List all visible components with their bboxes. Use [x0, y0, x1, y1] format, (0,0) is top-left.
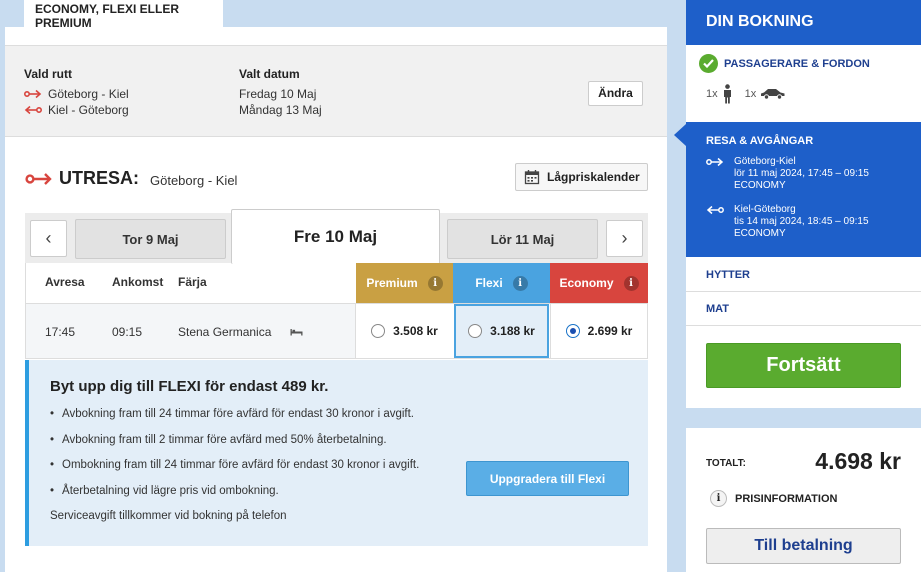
utresa-route: Göteborg - Kiel: [150, 173, 238, 188]
cell-ankomst: 09:15: [112, 325, 143, 339]
active-step-pointer: [674, 124, 686, 146]
total-value: 4.698 kr: [815, 448, 901, 474]
date-tab-next[interactable]: Lör 11 Maj: [447, 219, 598, 259]
arrow-left-icon: [24, 105, 42, 115]
leg-outbound-route: Göteborg-Kiel: [734, 156, 796, 167]
car-icon: [761, 89, 785, 100]
fare-header-flexi-label: Flexi: [475, 276, 503, 290]
upgrade-box: Byt upp dig till FLEXI för endast 489 kr…: [25, 360, 648, 546]
arrow-right-icon: [24, 89, 42, 99]
low-price-calendar-label: Lågpriskalender: [547, 170, 640, 184]
prev-date-button[interactable]: ‹: [30, 220, 67, 257]
upgrade-note: Serviceavgift tillkommer vid bokning på …: [50, 510, 287, 522]
passenger-summary: 1x 1x: [706, 84, 786, 104]
arrow-right-icon: [706, 157, 724, 167]
change-button[interactable]: Ändra: [588, 81, 643, 106]
leg-return: Kiel-Göteborg tis 14 maj 2024, 18:45 – 0…: [706, 204, 869, 240]
radio-premium[interactable]: [371, 324, 386, 338]
pay-button[interactable]: Till betalning: [706, 528, 901, 564]
col-header-avresa: Avresa: [45, 275, 85, 289]
arrow-left-icon: [706, 205, 724, 215]
leg-outbound-time: lör 11 maj 2024, 17:45 – 09:15: [734, 168, 869, 179]
person-icon: [723, 84, 731, 104]
leg-return-class: ECONOMY: [734, 228, 786, 239]
radio-economy[interactable]: [565, 324, 580, 338]
date-strip: ‹ Tor 9 Maj Fre 10 Maj Lör 11 Maj ›: [25, 209, 648, 264]
date-tab-active[interactable]: Fre 10 Maj: [231, 209, 440, 264]
radio-flexi[interactable]: [468, 324, 483, 338]
list-item: Avbokning fram till 24 timmar före avfär…: [50, 408, 419, 434]
fare-option-economy[interactable]: 2.699 kr: [550, 304, 647, 358]
list-item: Återbetalning vid lägre pris vid ombokni…: [50, 485, 419, 511]
low-price-calendar-button[interactable]: Lågpriskalender: [515, 163, 648, 191]
leg-return-time: tis 14 maj 2024, 18:45 – 09:15: [734, 216, 869, 227]
passengers-step[interactable]: PASSAGERARE & FORDON: [699, 54, 870, 73]
fare-type-tab: ECONOMY, FLEXI ELLER PREMIUM: [24, 0, 223, 30]
upgrade-benefits-list: Avbokning fram till 24 timmar före avfär…: [50, 408, 419, 510]
resa-title: RESA & AVGÅNGAR: [706, 135, 814, 147]
price-info-label: PRISINFORMATION: [735, 492, 838, 505]
leg-outbound: Göteborg-Kiel lör 11 maj 2024, 17:45 – 0…: [706, 156, 869, 192]
checkmark-icon: [699, 54, 718, 73]
price-info-link[interactable]: i PRISINFORMATION: [710, 490, 837, 507]
selected-route-box: Vald rutt Göteborg - Kiel Kiel - Götebor…: [5, 45, 667, 137]
total-panel: TOTALT: 4.698 kr i PRISINFORMATION Till …: [686, 428, 921, 572]
passenger-count: 1x: [706, 88, 718, 100]
price-economy: 2.699 kr: [587, 324, 633, 338]
arrow-right-icon: [25, 172, 52, 185]
valt-datum-label: Valt datum: [239, 67, 300, 81]
list-item: Avbokning fram till 2 timmar före avfärd…: [50, 434, 419, 460]
main-card: Vald rutt Göteborg - Kiel Kiel - Götebor…: [5, 27, 667, 572]
next-date-button[interactable]: ›: [606, 220, 643, 257]
total-label: TOTALT:: [706, 458, 746, 469]
chevron-left-icon: ‹: [45, 228, 52, 248]
route-outbound: Göteborg - Kiel: [24, 87, 129, 101]
cell-farja: Stena Germanica: [178, 325, 272, 339]
fare-option-premium[interactable]: 3.508 kr: [355, 304, 453, 358]
vehicle-count: 1x: [744, 88, 757, 100]
fare-option-flexi[interactable]: 3.188 kr: [454, 304, 549, 358]
fare-header-economy-label: Economy: [559, 276, 614, 290]
upgrade-to-flexi-button[interactable]: Uppgradera till Flexi: [466, 461, 629, 496]
date-return: Måndag 13 Maj: [239, 103, 322, 117]
fare-header-premium: Premium i: [356, 263, 453, 303]
bed-icon: [290, 329, 303, 336]
vald-rutt-label: Vald rutt: [24, 67, 73, 81]
cell-avresa: 17:45: [45, 325, 76, 339]
price-flexi: 3.188 kr: [490, 324, 535, 338]
booking-sidebar: DIN BOKNING PASSAGERARE & FORDON 1x 1x R…: [674, 0, 921, 408]
sidebar-item-mat[interactable]: MAT: [686, 292, 921, 326]
fare-header-premium-label: Premium: [366, 276, 418, 290]
info-icon[interactable]: i: [512, 275, 528, 291]
info-icon: i: [710, 490, 727, 507]
info-icon[interactable]: i: [427, 275, 443, 291]
route-return: Kiel - Göteborg: [24, 103, 129, 117]
info-icon[interactable]: i: [623, 275, 639, 291]
date-outbound: Fredag 10 Maj: [239, 87, 317, 101]
utresa-header: UTRESA: Göteborg - Kiel: [25, 168, 237, 189]
col-header-farja: Färja: [178, 275, 207, 289]
fares-table: Avresa Ankomst Färja Premium i Flexi i E…: [25, 263, 648, 359]
list-item: Ombokning fram till 24 timmar före avfär…: [50, 459, 419, 485]
sidebar-title: DIN BOKNING: [686, 0, 921, 45]
fare-header-economy: Economy i: [550, 263, 648, 303]
resa-avgangar-step[interactable]: RESA & AVGÅNGAR Göteborg-Kiel lör 11 maj…: [674, 122, 921, 257]
route-outbound-text: Göteborg - Kiel: [48, 87, 129, 101]
leg-return-route: Kiel-Göteborg: [734, 204, 796, 215]
continue-button[interactable]: Fortsätt: [706, 343, 901, 388]
route-return-text: Kiel - Göteborg: [48, 103, 129, 117]
sidebar-item-hytter[interactable]: HYTTER: [686, 258, 921, 292]
leg-outbound-class: ECONOMY: [734, 180, 786, 191]
date-tab-prev[interactable]: Tor 9 Maj: [75, 219, 226, 259]
passengers-label: PASSAGERARE & FORDON: [724, 57, 870, 70]
utresa-title: UTRESA:: [59, 168, 139, 188]
chevron-right-icon: ›: [621, 228, 628, 248]
upgrade-title: Byt upp dig till FLEXI för endast 489 kr…: [50, 378, 329, 395]
fare-header-flexi: Flexi i: [453, 263, 550, 303]
col-header-ankomst: Ankomst: [112, 275, 164, 289]
price-premium: 3.508 kr: [393, 324, 438, 338]
calendar-icon: [524, 170, 540, 185]
